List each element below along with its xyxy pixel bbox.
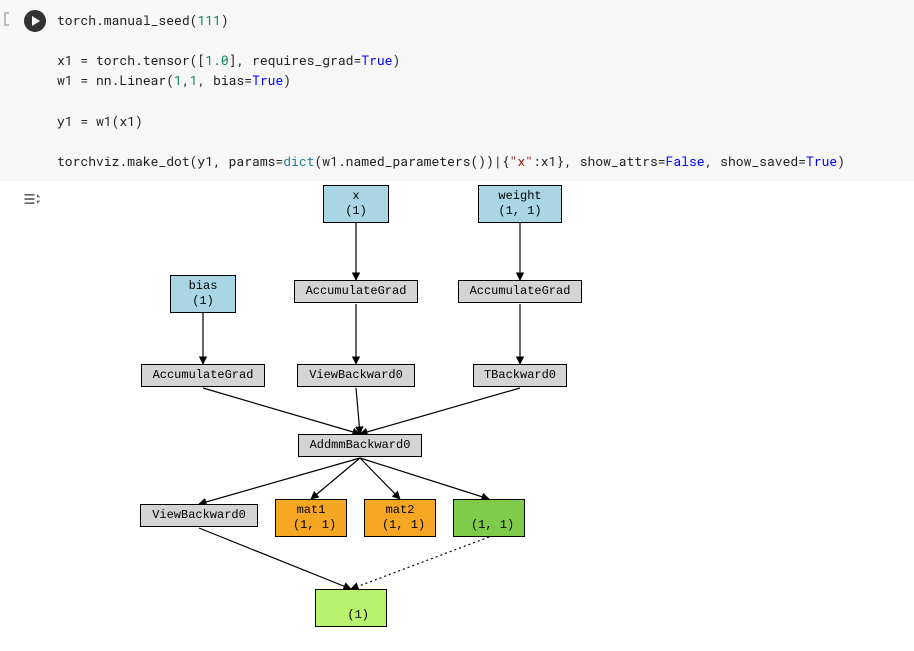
bracket-icon <box>3 12 11 26</box>
graph-node-mat2: mat2 (1, 1) <box>364 499 436 537</box>
edge-view0-addmm <box>356 388 360 434</box>
edge-acc3-addmm <box>203 388 360 434</box>
output-cell: x (1) weight (1, 1) bias (1) AccumulateGrad… <box>0 181 914 651</box>
graph-node-view0: ViewBackward0 <box>297 364 415 387</box>
graph-node-acc1: AccumulateGrad <box>294 280 418 303</box>
edge-addmm-view1 <box>199 458 360 504</box>
cell-gutter <box>13 8 57 32</box>
graph-edges-svg <box>108 181 668 651</box>
code-editor[interactable]: torch.manual_seed(111) x1 = torch.tensor… <box>57 8 914 173</box>
play-icon <box>30 16 40 26</box>
graph-node-mat1: mat1 (1, 1) <box>275 499 347 537</box>
output-gutter <box>10 181 54 209</box>
graph-node-addmm: AddmmBackward0 <box>298 434 422 457</box>
input-cell: torch.manual_seed(111) x1 = torch.tensor… <box>0 0 914 181</box>
graph-node-view1: ViewBackward0 <box>140 504 258 527</box>
cell-left-margin <box>3 8 13 26</box>
edge-view1-out <box>199 528 351 589</box>
graph-node-acc3: AccumulateGrad <box>141 364 265 387</box>
graph-node-acc2: AccumulateGrad <box>458 280 582 303</box>
output-toggle-icon[interactable] <box>22 189 42 209</box>
computation-graph: x (1) weight (1, 1) bias (1) AccumulateGrad… <box>108 181 668 651</box>
graph-node-out: (1) <box>315 589 387 627</box>
graph-node-weight: weight (1, 1) <box>478 185 562 223</box>
edge-green-out <box>351 537 489 589</box>
edge-addmm-mat1 <box>311 458 360 499</box>
graph-node-green: (1, 1) <box>453 499 525 537</box>
edge-tback-addmm <box>360 388 520 434</box>
graph-node-tback: TBackward0 <box>473 364 567 387</box>
graph-node-x: x (1) <box>323 185 389 223</box>
graph-node-bias: bias (1) <box>170 275 236 313</box>
run-cell-button[interactable] <box>24 10 46 32</box>
